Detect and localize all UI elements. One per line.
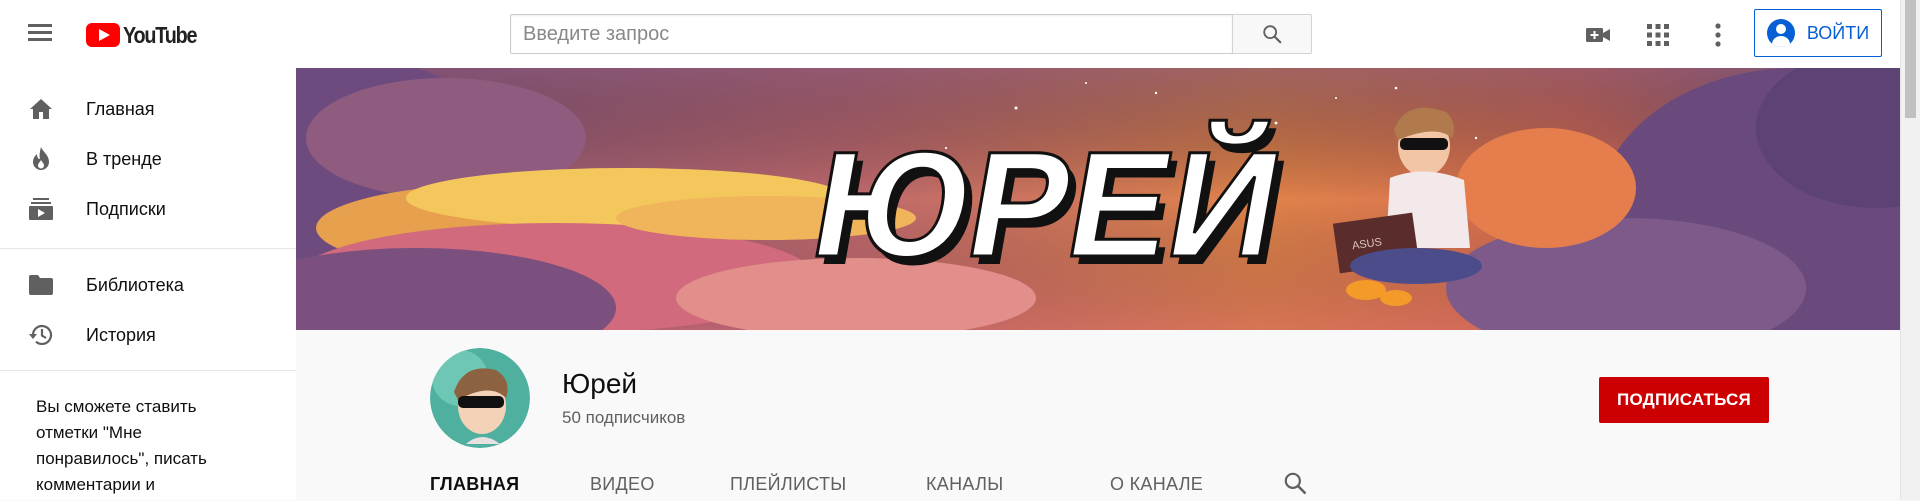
signin-button[interactable]: ВОЙТИ — [1754, 9, 1882, 57]
more-vertical-icon[interactable] — [1704, 22, 1732, 48]
sidebar-item-subscriptions[interactable]: Подписки — [0, 184, 296, 234]
channel-name: Юрей — [562, 368, 638, 399]
channel-search-icon[interactable] — [1282, 470, 1310, 498]
home-icon — [28, 96, 54, 122]
search-input[interactable] — [510, 14, 1232, 54]
hamburger-menu-icon[interactable] — [24, 20, 56, 48]
youtube-play-icon — [86, 23, 120, 47]
logo-text: YouTube — [123, 21, 197, 48]
youtube-logo[interactable]: YouTube — [86, 22, 208, 48]
history-icon — [28, 322, 54, 348]
tab-about[interactable]: О КАНАЛЕ — [1110, 474, 1203, 495]
fire-icon — [28, 146, 54, 172]
folder-icon — [28, 272, 54, 298]
banner-artwork: ЮРЕЙ ЮРЕЙ ASUS — [296, 68, 1900, 330]
channel-avatar[interactable] — [430, 348, 530, 448]
signin-prompt-text: Вы сможете ставить отметки "Мне понравил… — [36, 397, 207, 494]
subscriptions-icon — [28, 196, 54, 222]
account-circle-icon — [1766, 19, 1795, 47]
sidebar: Главная В тренде Подписки Библиотека Ист… — [0, 68, 296, 500]
sidebar-item-label: Библиотека — [86, 274, 184, 295]
search-icon — [1263, 25, 1282, 44]
signin-label: ВОЙТИ — [1806, 22, 1870, 43]
sidebar-item-history[interactable]: История — [0, 310, 296, 360]
sidebar-item-label: Главная — [86, 98, 155, 119]
tab-home[interactable]: ГЛАВНАЯ — [430, 474, 519, 495]
scrollbar-thumb[interactable] — [1905, 0, 1916, 118]
sidebar-divider — [0, 248, 296, 249]
masthead: YouTube ВОЙТИ — [0, 0, 1900, 68]
apps-grid-icon[interactable] — [1644, 22, 1672, 48]
page-scrollbar[interactable] — [1900, 0, 1920, 500]
sidebar-item-home[interactable]: Главная — [0, 84, 296, 134]
tab-playlists[interactable]: ПЛЕЙЛИСТЫ — [730, 474, 846, 495]
subscriber-count: 50 подписчиков — [562, 408, 686, 427]
sidebar-divider — [0, 370, 296, 371]
search-bar — [510, 14, 1312, 54]
sidebar-item-trending[interactable]: В тренде — [0, 134, 296, 184]
sidebar-item-label: В тренде — [86, 148, 162, 169]
search-button[interactable] — [1232, 14, 1312, 54]
channel-banner: ЮРЕЙ ЮРЕЙ ASUS — [296, 68, 1900, 330]
sidebar-item-library[interactable]: Библиотека — [0, 260, 296, 310]
channel-header: Юрей 50 подписчиков ПОДПИСАТЬСЯ ГЛАВНАЯ … — [296, 330, 1900, 500]
subscribe-button[interactable]: ПОДПИСАТЬСЯ — [1599, 377, 1769, 423]
tab-videos[interactable]: ВИДЕО — [590, 474, 655, 495]
sidebar-item-label: История — [86, 324, 156, 345]
tab-channels[interactable]: КАНАЛЫ — [926, 474, 1003, 495]
create-video-icon[interactable] — [1584, 22, 1612, 48]
banner-title: ЮРЕЙ — [801, 120, 1293, 289]
sidebar-item-label: Подписки — [86, 198, 166, 219]
